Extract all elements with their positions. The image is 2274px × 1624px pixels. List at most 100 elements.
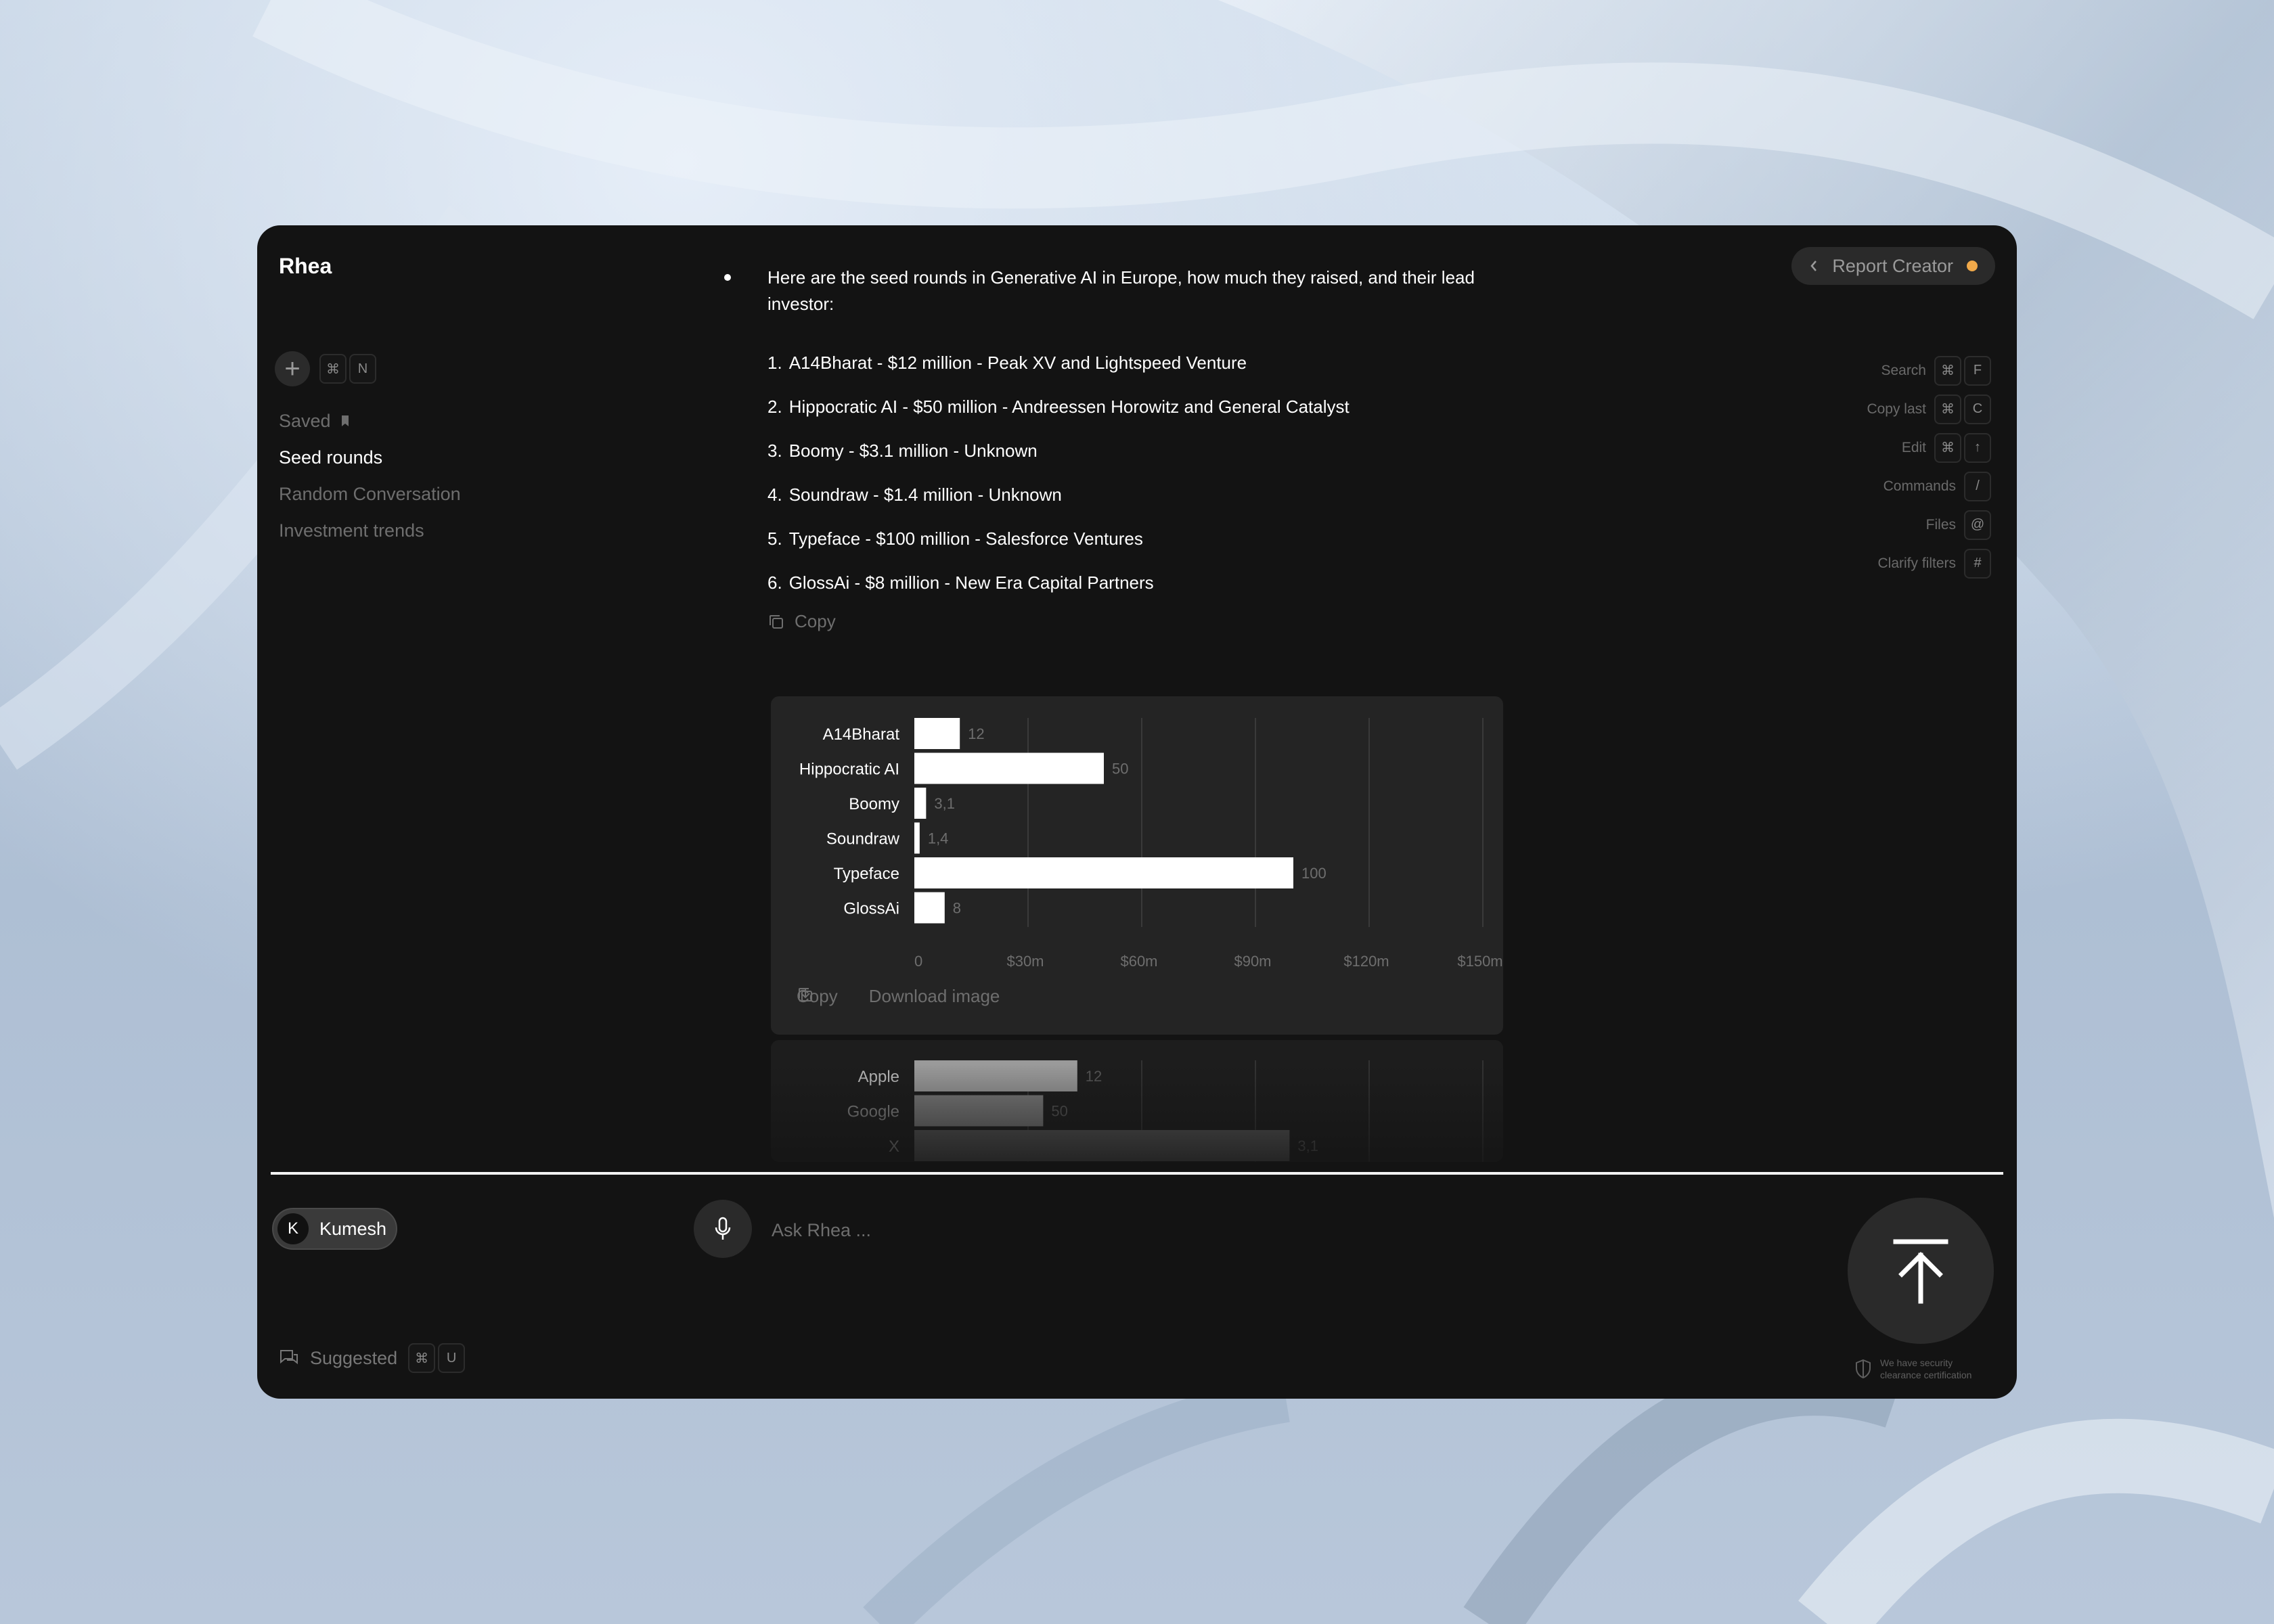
tick-label: $90m [1234,953,1271,970]
category-label: Google [847,1103,899,1121]
bar [914,1060,1077,1091]
shortcut-clarify-filters[interactable]: Clarify filters # [1867,544,1991,583]
list-item: 5. Typeface - $100 million - Salesforce V… [767,527,1475,571]
download-label: Download image [868,986,1000,1006]
shortcut-label: Files [1925,516,1956,533]
category-label: Hippocratic AI [799,761,899,779]
list-text: Typeface - $100 million - Salesforce Ven… [788,528,1143,549]
bookmark-icon [341,415,349,426]
user-name: Kumesh [319,1218,387,1239]
category-label: X [889,1137,899,1156]
bar [914,1095,1044,1127]
sidebar-item-investment-trends[interactable]: Investment trends [279,512,461,549]
sidebar-item-random-conversation[interactable]: Random Conversation [279,476,461,512]
kbd-key: ⌘ [1934,394,1961,424]
security-line1: We have security [1880,1357,1953,1368]
secondary-chart: Apple 12 Google 50 X 3,1 [771,1040,1503,1162]
plus-icon: + [284,354,300,384]
list-item: 6. GlossAi - $8 million - New Era Capital… [767,571,1475,615]
seed-rounds-chart: A14Bharat 12 Hippocratic AI 50 Boomy 3,1 Sound… [771,696,1503,1035]
list-number: 4. [767,484,782,505]
ask-input[interactable] [770,1215,1720,1246]
microphone-button[interactable] [694,1200,752,1258]
app-window: Rhea + ⌘ N Saved Seed rounds Random Conv… [257,225,2017,1399]
bar [914,857,1293,888]
upload-arrow-icon [1893,1239,1948,1304]
bar-chart: A14Bharat 12 Hippocratic AI 50 Boomy 3,1 Sound… [799,718,1503,970]
tick-label: $60m [1120,953,1157,970]
security-note: We have security clearance certification [1854,1357,1971,1381]
shortcut-label: Search [1881,362,1926,378]
category-label: Boomy [849,795,899,813]
chat-bubbles-icon [280,1350,298,1365]
copy-icon [770,614,783,629]
list-number: 1. [767,353,782,373]
download-image-button[interactable]: Download image [799,986,1000,1007]
seed-round-list: 1. A14Bharat - $12 million - Peak XV and … [731,351,1475,615]
suggested-label: Suggested [310,1347,398,1368]
tick-label: $150m [1457,953,1502,970]
suggested-button[interactable]: Suggested ⌘ U [279,1343,466,1373]
new-chat-button[interactable]: + [275,351,310,386]
shortcut-label: Edit [1901,439,1926,455]
list-item: 3. Boomy - $3.1 million - Unknown [767,439,1475,483]
shortcut-search[interactable]: Search ⌘ F [1867,351,1991,390]
list-item: 2. Hippocratic AI - $50 million - Andrees… [767,395,1475,439]
bar [914,1130,1290,1161]
bar [914,752,1104,784]
shortcut-label: Commands [1883,478,1956,494]
copy-label: Copy [795,611,836,631]
new-chat-shortcut: ⌘ N [319,354,376,384]
status-dot [1967,261,1978,271]
category-label: Soundraw [826,830,900,849]
shortcut-edit[interactable]: Edit ⌘ ↑ [1867,428,1991,467]
list-item: 1. A14Bharat - $12 million - Peak XV and … [767,351,1475,395]
value-label: 8 [953,900,961,917]
app-logo: Rhea [279,254,332,278]
shortcut-label: Clarify filters [1877,555,1956,571]
shortcut-label: Copy last [1867,401,1926,417]
category-label: Apple [858,1068,899,1086]
shortcut-panel: Search ⌘ F Copy last ⌘ C Edit ⌘ ↑ Commands … [1867,351,1991,583]
bar-chart: Apple 12 Google 50 X 3,1 [847,1060,1484,1162]
kbd-key: ⌘ [1934,432,1961,463]
shortcut-files[interactable]: Files @ [1867,505,1991,544]
value-label: 3,1 [934,795,955,812]
sidebar-item-seed-rounds[interactable]: Seed rounds [279,439,461,476]
bar [914,892,945,924]
tick-label: $30m [1006,953,1044,970]
bar [914,718,960,749]
sidebar-saved-header[interactable]: Saved [279,403,461,439]
report-creator-button[interactable]: Report Creator [1791,247,1995,285]
kbd-key: U [438,1343,466,1373]
value-label: 12 [968,725,984,742]
assistant-message: Here are the seed rounds in Generative A… [724,265,1475,632]
shortcut-copy-last[interactable]: Copy last ⌘ C [1867,390,1991,428]
kbd-key: # [1964,548,1991,579]
list-number: 2. [767,397,782,417]
value-label: 1,4 [928,830,949,847]
user-chip[interactable]: K Kumesh [272,1208,398,1250]
bar [914,822,920,854]
tick-label: $120m [1343,953,1389,970]
kbd-key: ⌘ [408,1343,436,1373]
composer-divider [271,1172,2003,1175]
shortcut-commands[interactable]: Commands / [1867,467,1991,505]
chevron-left-icon [1810,261,1817,271]
value-label: 3,1 [1297,1137,1318,1154]
saved-label: Saved [279,411,331,431]
value-label: 50 [1112,761,1128,777]
list-text: GlossAi - $8 million - New Era Capital P… [788,572,1154,593]
category-label: Typeface [834,865,899,883]
send-button[interactable] [1848,1198,1994,1344]
tick-label: 0 [914,953,922,970]
kbd-key: ⌘ [319,354,347,384]
value-label: 100 [1301,865,1326,882]
list-text: Hippocratic AI - $50 million - Andreesse… [788,397,1350,417]
report-creator-label: Report Creator [1832,255,1953,276]
kbd-key: F [1964,355,1991,386]
new-chat-row: + ⌘ N [275,351,376,386]
category-label: A14Bharat [823,725,900,744]
list-number: 3. [767,441,782,461]
kbd-key: @ [1964,510,1991,540]
